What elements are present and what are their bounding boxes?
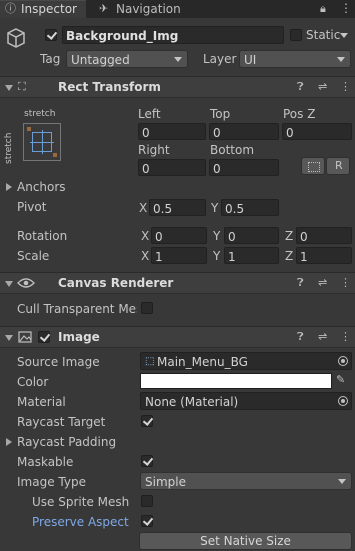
left-label: Left [138,107,161,121]
rot-y-field[interactable]: 0 [224,227,279,244]
rot-y-label: Y [213,229,221,243]
foldout-arrow[interactable] [5,85,13,91]
anchors-label[interactable]: Anchors [17,180,66,194]
raycast-target-label: Raycast Target [17,415,106,429]
blueprint-mode-button[interactable] [301,157,325,175]
right-label: Right [138,143,170,157]
kebab-icon[interactable]: ⋮ [340,277,351,289]
anchor-h-label: stretch [24,109,56,119]
image-type-dropdown[interactable]: Simple [140,472,352,490]
scale-y-label: Y [213,249,221,263]
left-field[interactable]: 0 [138,123,206,140]
rot-z-field[interactable]: 0 [296,227,352,244]
object-picker-icon[interactable] [338,356,348,366]
pivot-x-field[interactable]: 0.5 [149,199,206,216]
layer-dropdown[interactable]: UI [239,50,351,68]
scale-y-field[interactable]: 1 [224,247,279,264]
cube-icon [7,28,25,48]
preserve-aspect-checkbox[interactable] [141,515,153,527]
bottom-label: Bottom [210,143,255,157]
scale-x-field[interactable]: 1 [151,247,207,264]
image-title: Image [58,330,100,344]
static-label: Static [306,28,341,42]
image-header[interactable]: Image ❓︎ ⇌ ⋮ [0,326,355,348]
image-component-icon [18,331,32,343]
top-field[interactable]: 0 [209,123,279,140]
foldout-arrow[interactable] [5,335,13,341]
rect-transform-header[interactable]: ⛶ Rect Transform ❓︎ ⇌ ⋮ [0,76,355,98]
rot-x-label: X [141,229,150,243]
pivot-y-field[interactable]: 0.5 [221,199,279,216]
eyedropper-icon[interactable]: ✎ [336,374,345,386]
navigation-icon: ✈ [99,2,109,15]
menu-icon[interactable]: ⋮ [340,2,352,14]
scale-x-label: X [141,249,150,263]
preset-icon[interactable]: ⇌ [318,331,327,343]
raw-edit-button[interactable]: R [326,157,350,175]
foldout-arrow[interactable] [5,281,13,287]
sprite-icon: ⬚ [145,356,155,367]
pivot-x-label: X [139,201,148,215]
anchor-presets-button[interactable] [23,123,61,161]
bottom-field[interactable]: 0 [209,159,279,176]
posz-field[interactable]: 0 [282,123,352,140]
kebab-icon[interactable]: ⋮ [340,81,351,93]
raycast-padding-foldout-arrow[interactable] [6,438,12,446]
canvas-renderer-title: Canvas Renderer [58,276,174,290]
preserve-aspect-label: Preserve Aspect [32,515,129,529]
maskable-label: Maskable [17,455,74,469]
scale-label: Scale [17,249,50,263]
use-sprite-mesh-label: Use Sprite Mesh [32,495,130,509]
preset-icon[interactable]: ⇌ [318,81,327,93]
scale-z-field[interactable]: 1 [296,247,352,264]
set-native-size-button[interactable]: Set Native Size [139,532,352,550]
raycast-target-checkbox[interactable] [141,415,153,427]
kebab-icon[interactable]: ⋮ [340,331,351,343]
cull-transparent-checkbox[interactable] [141,302,153,314]
color-swatch[interactable] [140,373,332,389]
static-dropdown-arrow[interactable] [340,33,348,38]
anchor-v-label: stretch [4,132,14,164]
posz-label: Pos Z [283,107,316,121]
active-checkbox[interactable] [45,29,57,41]
material-label: Material [17,395,66,409]
cull-transparent-label: Cull Transparent Mes [17,302,137,316]
rect-transform-icon: ⛶ [18,80,26,93]
image-enabled-checkbox[interactable] [38,331,50,343]
use-sprite-mesh-checkbox[interactable] [141,495,153,507]
pivot-label: Pivot [17,200,47,214]
help-icon[interactable]: ❓︎ [297,277,304,289]
source-image-label: Source Image [17,355,100,369]
tab-inspector-label: Inspector [21,2,77,16]
image-type-label: Image Type [17,475,86,489]
maskable-checkbox[interactable] [141,455,153,467]
rect-transform-title: Rect Transform [58,80,161,94]
help-icon[interactable]: ❓︎ [297,331,304,343]
tag-label: Tag [40,52,61,66]
anchors-foldout-arrow[interactable] [6,183,12,191]
object-name-field[interactable]: Background_Img [62,26,284,44]
raycast-padding-label[interactable]: Raycast Padding [17,435,116,449]
preset-icon[interactable]: ⇌ [318,277,327,289]
eye-icon [17,278,35,288]
rot-z-label: Z [285,229,294,243]
rotation-label: Rotation [17,229,68,243]
static-checkbox[interactable] [290,29,302,41]
tag-dropdown[interactable]: Untagged [66,50,188,68]
help-icon[interactable]: ❓︎ [297,81,304,93]
pivot-y-label: Y [211,201,219,215]
top-label: Top [210,107,231,121]
rot-x-field[interactable]: 0 [151,227,207,244]
object-picker-icon[interactable] [338,396,348,406]
color-label: Color [17,375,49,389]
canvas-renderer-header[interactable]: Canvas Renderer ❓︎ ⇌ ⋮ [0,272,355,294]
lock-icon[interactable]: 🔒︎ [320,3,326,15]
tab-navigation-label: Navigation [116,2,181,16]
source-image-field[interactable]: ⬚ Main_Menu_BG [140,352,352,370]
right-field[interactable]: 0 [138,159,206,176]
material-field[interactable]: None (Material) [140,392,352,410]
inspector-icon: ⓘ [5,2,16,15]
layer-label: Layer [203,52,237,66]
scale-z-label: Z [285,249,294,263]
